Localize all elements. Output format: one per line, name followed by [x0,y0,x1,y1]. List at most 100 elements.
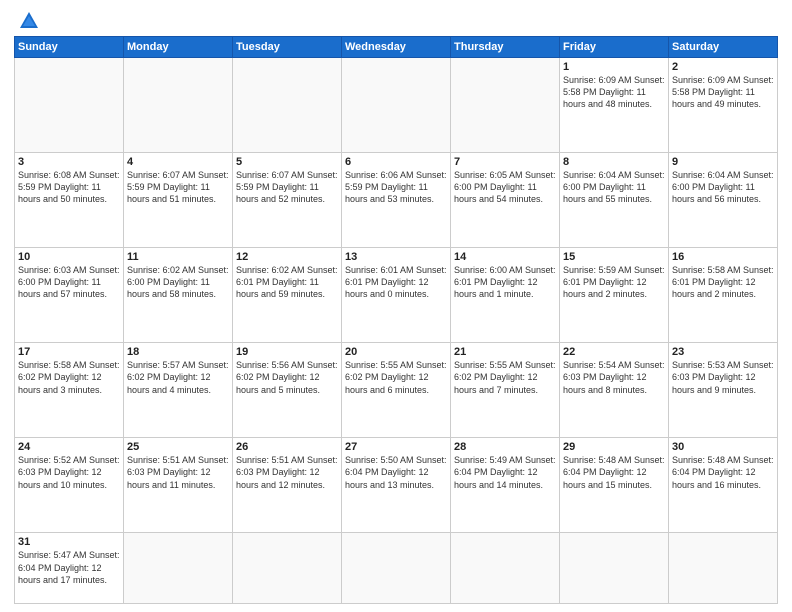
calendar-cell: 3Sunrise: 6:08 AM Sunset: 5:59 PM Daylig… [15,153,124,248]
calendar-cell [669,533,778,604]
calendar-cell: 23Sunrise: 5:53 AM Sunset: 6:03 PM Dayli… [669,343,778,438]
header-friday: Friday [560,37,669,58]
calendar-cell: 29Sunrise: 5:48 AM Sunset: 6:04 PM Dayli… [560,438,669,533]
day-info: Sunrise: 5:58 AM Sunset: 6:01 PM Dayligh… [672,264,774,300]
day-number: 10 [18,251,120,263]
calendar-cell: 8Sunrise: 6:04 AM Sunset: 6:00 PM Daylig… [560,153,669,248]
day-info: Sunrise: 6:00 AM Sunset: 6:01 PM Dayligh… [454,264,556,300]
day-number: 19 [236,346,338,358]
calendar-cell: 19Sunrise: 5:56 AM Sunset: 6:02 PM Dayli… [233,343,342,438]
day-info: Sunrise: 6:05 AM Sunset: 6:00 PM Dayligh… [454,169,556,205]
calendar-cell [15,58,124,153]
day-info: Sunrise: 5:53 AM Sunset: 6:03 PM Dayligh… [672,359,774,395]
day-info: Sunrise: 6:07 AM Sunset: 5:59 PM Dayligh… [236,169,338,205]
calendar-cell: 22Sunrise: 5:54 AM Sunset: 6:03 PM Dayli… [560,343,669,438]
day-info: Sunrise: 5:55 AM Sunset: 6:02 PM Dayligh… [454,359,556,395]
header-wednesday: Wednesday [342,37,451,58]
day-info: Sunrise: 6:09 AM Sunset: 5:58 PM Dayligh… [563,74,665,110]
calendar-cell: 4Sunrise: 6:07 AM Sunset: 5:59 PM Daylig… [124,153,233,248]
calendar-cell [124,58,233,153]
calendar-cell [124,533,233,604]
day-number: 20 [345,346,447,358]
header-tuesday: Tuesday [233,37,342,58]
calendar-cell: 10Sunrise: 6:03 AM Sunset: 6:00 PM Dayli… [15,248,124,343]
day-number: 5 [236,156,338,168]
header-thursday: Thursday [451,37,560,58]
day-info: Sunrise: 5:58 AM Sunset: 6:02 PM Dayligh… [18,359,120,395]
calendar-cell [560,533,669,604]
calendar-cell: 14Sunrise: 6:00 AM Sunset: 6:01 PM Dayli… [451,248,560,343]
day-info: Sunrise: 5:47 AM Sunset: 6:04 PM Dayligh… [18,549,120,585]
day-info: Sunrise: 6:09 AM Sunset: 5:58 PM Dayligh… [672,74,774,110]
calendar-cell: 13Sunrise: 6:01 AM Sunset: 6:01 PM Dayli… [342,248,451,343]
calendar-cell: 11Sunrise: 6:02 AM Sunset: 6:00 PM Dayli… [124,248,233,343]
day-number: 11 [127,251,229,263]
day-number: 8 [563,156,665,168]
logo-area [14,10,42,32]
calendar-cell [451,58,560,153]
day-info: Sunrise: 6:01 AM Sunset: 6:01 PM Dayligh… [345,264,447,300]
day-number: 25 [127,441,229,453]
calendar-cell: 21Sunrise: 5:55 AM Sunset: 6:02 PM Dayli… [451,343,560,438]
day-number: 12 [236,251,338,263]
day-info: Sunrise: 6:03 AM Sunset: 6:00 PM Dayligh… [18,264,120,300]
logo-icon [18,10,40,32]
calendar-cell: 1Sunrise: 6:09 AM Sunset: 5:58 PM Daylig… [560,58,669,153]
calendar-cell: 6Sunrise: 6:06 AM Sunset: 5:59 PM Daylig… [342,153,451,248]
day-number: 14 [454,251,556,263]
calendar-cell: 24Sunrise: 5:52 AM Sunset: 6:03 PM Dayli… [15,438,124,533]
header [14,10,778,32]
calendar-header-row: Sunday Monday Tuesday Wednesday Thursday… [15,37,778,58]
calendar-cell: 27Sunrise: 5:50 AM Sunset: 6:04 PM Dayli… [342,438,451,533]
calendar-cell [451,533,560,604]
day-number: 29 [563,441,665,453]
header-saturday: Saturday [669,37,778,58]
day-info: Sunrise: 6:02 AM Sunset: 6:00 PM Dayligh… [127,264,229,300]
day-number: 22 [563,346,665,358]
calendar-cell [342,533,451,604]
day-number: 6 [345,156,447,168]
day-number: 26 [236,441,338,453]
calendar-cell: 17Sunrise: 5:58 AM Sunset: 6:02 PM Dayli… [15,343,124,438]
calendar-table: Sunday Monday Tuesday Wednesday Thursday… [14,36,778,604]
day-number: 2 [672,61,774,73]
day-info: Sunrise: 5:52 AM Sunset: 6:03 PM Dayligh… [18,454,120,490]
day-info: Sunrise: 5:55 AM Sunset: 6:02 PM Dayligh… [345,359,447,395]
day-info: Sunrise: 5:51 AM Sunset: 6:03 PM Dayligh… [236,454,338,490]
day-info: Sunrise: 5:51 AM Sunset: 6:03 PM Dayligh… [127,454,229,490]
calendar-cell: 30Sunrise: 5:48 AM Sunset: 6:04 PM Dayli… [669,438,778,533]
calendar-cell: 26Sunrise: 5:51 AM Sunset: 6:03 PM Dayli… [233,438,342,533]
day-number: 21 [454,346,556,358]
day-number: 30 [672,441,774,453]
calendar-cell: 2Sunrise: 6:09 AM Sunset: 5:58 PM Daylig… [669,58,778,153]
header-sunday: Sunday [15,37,124,58]
calendar-cell [342,58,451,153]
calendar-cell: 20Sunrise: 5:55 AM Sunset: 6:02 PM Dayli… [342,343,451,438]
day-number: 27 [345,441,447,453]
calendar-cell: 7Sunrise: 6:05 AM Sunset: 6:00 PM Daylig… [451,153,560,248]
calendar-cell: 12Sunrise: 6:02 AM Sunset: 6:01 PM Dayli… [233,248,342,343]
page: Sunday Monday Tuesday Wednesday Thursday… [0,0,792,612]
day-number: 15 [563,251,665,263]
calendar-cell [233,58,342,153]
calendar-cell: 15Sunrise: 5:59 AM Sunset: 6:01 PM Dayli… [560,248,669,343]
logo [14,10,42,32]
day-info: Sunrise: 5:50 AM Sunset: 6:04 PM Dayligh… [345,454,447,490]
day-number: 7 [454,156,556,168]
calendar-cell: 25Sunrise: 5:51 AM Sunset: 6:03 PM Dayli… [124,438,233,533]
header-monday: Monday [124,37,233,58]
day-info: Sunrise: 6:04 AM Sunset: 6:00 PM Dayligh… [563,169,665,205]
calendar-cell [233,533,342,604]
day-number: 4 [127,156,229,168]
calendar-cell: 28Sunrise: 5:49 AM Sunset: 6:04 PM Dayli… [451,438,560,533]
day-number: 17 [18,346,120,358]
day-number: 23 [672,346,774,358]
day-info: Sunrise: 6:04 AM Sunset: 6:00 PM Dayligh… [672,169,774,205]
day-number: 18 [127,346,229,358]
day-number: 3 [18,156,120,168]
calendar-cell: 18Sunrise: 5:57 AM Sunset: 6:02 PM Dayli… [124,343,233,438]
day-number: 13 [345,251,447,263]
day-number: 24 [18,441,120,453]
day-info: Sunrise: 5:48 AM Sunset: 6:04 PM Dayligh… [672,454,774,490]
day-info: Sunrise: 6:02 AM Sunset: 6:01 PM Dayligh… [236,264,338,300]
